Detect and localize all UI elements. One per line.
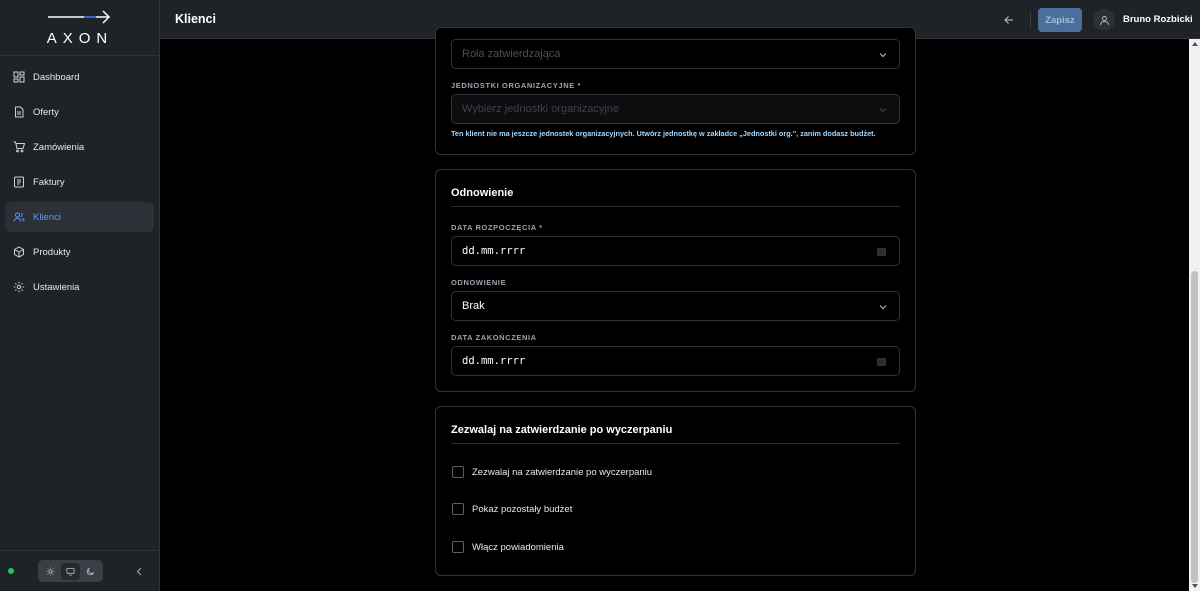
- sidebar-item-label: Produkty: [33, 246, 71, 258]
- org-units-placeholder: Wybierz jednostki organizacyjne: [462, 103, 620, 115]
- sidebar-item-label: Oferty: [33, 106, 59, 118]
- org-units-hint: Ten klient nie ma jeszcze jednostek orga…: [451, 129, 876, 138]
- sidebar-item-zamowienia[interactable]: Zamówienia: [5, 132, 154, 162]
- sidebar-item-label: Ustawienia: [33, 281, 80, 293]
- calendar-icon[interactable]: [877, 357, 886, 366]
- renewal-label: ODNOWIENIE: [451, 278, 507, 287]
- renewal-value: Brak: [462, 300, 485, 312]
- show-remaining-budget-checkbox[interactable]: Pokaż pozostały budżet: [452, 503, 572, 515]
- scroll-up-icon[interactable]: [1192, 42, 1198, 46]
- theme-light-button[interactable]: [41, 563, 60, 580]
- collapse-sidebar-button[interactable]: [133, 564, 145, 578]
- checkbox-label: Pokaż pozostały budżet: [472, 503, 573, 515]
- sidebar-item-faktury[interactable]: Faktury: [5, 167, 154, 197]
- chevron-down-icon: [879, 53, 887, 58]
- sidebar-item-label: Dashboard: [33, 71, 80, 83]
- theme-dark-button[interactable]: [81, 563, 100, 580]
- theme-system-button[interactable]: [60, 562, 80, 580]
- checkbox-label: Włącz powiadomienia: [472, 541, 564, 553]
- moon-icon: [87, 567, 95, 575]
- renewal-card-title: Odnowienie: [451, 187, 514, 199]
- header-divider: [1030, 11, 1031, 29]
- scroll-thumb[interactable]: [1191, 271, 1198, 583]
- sidebar-footer: [0, 550, 159, 591]
- sidebar-item-label: Klienci: [33, 211, 61, 223]
- start-date-label: DATA ROZPOCZĘCIA *: [451, 223, 543, 232]
- cart-icon: [13, 141, 25, 153]
- renewal-select[interactable]: Brak: [451, 291, 900, 321]
- sidebar-item-produkty[interactable]: Produkty: [5, 237, 154, 267]
- org-units-label: JEDNOSTKI ORGANIZACYJNE *: [451, 81, 582, 90]
- checkbox[interactable]: [452, 503, 464, 515]
- sidebar: AXON Dashboard Oferty Zamówienia Faktury…: [0, 0, 160, 591]
- chevron-down-icon: [879, 108, 887, 113]
- back-button[interactable]: [1003, 13, 1015, 25]
- page-scrollbar[interactable]: [1189, 39, 1200, 591]
- user-icon: [1099, 15, 1109, 25]
- status-indicator: [8, 568, 14, 574]
- logo-text: AXON: [46, 30, 113, 47]
- sidebar-nav: Dashboard Oferty Zamówienia Faktury Klie…: [0, 56, 159, 305]
- sun-icon: [46, 566, 55, 576]
- checkbox[interactable]: [452, 466, 464, 478]
- page-title: Klienci: [175, 12, 216, 26]
- end-date-value: dd.mm.rrrr: [462, 355, 526, 367]
- avatar[interactable]: [1093, 9, 1115, 31]
- org-units-card: Rola zatwierdzająca JEDNOSTKI ORGANIZACY…: [435, 27, 916, 155]
- invoice-icon: [13, 176, 25, 188]
- enable-notifications-checkbox[interactable]: Włącz powiadomienia: [452, 541, 564, 553]
- chevron-down-icon: [879, 305, 887, 310]
- scroll-down-icon[interactable]: [1192, 584, 1198, 588]
- sidebar-item-label: Zamówienia: [33, 141, 85, 153]
- document-icon: [13, 106, 25, 118]
- card-divider: [451, 206, 900, 207]
- sidebar-item-klienci[interactable]: Klienci: [5, 202, 154, 232]
- card-divider: [451, 443, 900, 444]
- start-date-input[interactable]: dd.mm.rrrr: [451, 236, 900, 266]
- approving-role-placeholder: Rola zatwierdzająca: [462, 48, 561, 60]
- theme-switcher: [38, 560, 103, 582]
- save-button[interactable]: Zapisz: [1038, 8, 1082, 32]
- dashboard-icon: [13, 71, 25, 83]
- chevron-left-icon: [136, 567, 142, 575]
- approving-role-select[interactable]: Rola zatwierdzająca: [451, 39, 900, 69]
- sidebar-item-dashboard[interactable]: Dashboard: [5, 62, 154, 92]
- sidebar-item-label: Faktury: [33, 176, 65, 188]
- gear-icon: [13, 281, 25, 293]
- package-icon: [13, 246, 25, 258]
- user-name[interactable]: Bruno Rozbicki: [1123, 14, 1193, 25]
- sidebar-item-oferty[interactable]: Oferty: [5, 97, 154, 127]
- monitor-icon: [66, 567, 75, 576]
- users-icon: [13, 211, 25, 223]
- logo[interactable]: AXON: [0, 0, 159, 56]
- org-units-select[interactable]: Wybierz jednostki organizacyjne: [451, 94, 900, 124]
- renewal-card: Odnowienie DATA ROZPOCZĘCIA * dd.mm.rrrr…: [435, 169, 916, 392]
- start-date-value: dd.mm.rrrr: [462, 245, 526, 257]
- axon-logo: AXON: [46, 9, 113, 47]
- sidebar-item-ustawienia[interactable]: Ustawienia: [5, 272, 154, 302]
- approval-card: Zezwalaj na zatwierdzanie po wyczerpaniu…: [435, 406, 916, 576]
- calendar-icon[interactable]: [877, 247, 886, 256]
- allow-approval-checkbox[interactable]: Zezwalaj na zatwierdzanie po wyczerpaniu: [452, 466, 652, 478]
- arrow-left-icon: [1004, 16, 1013, 24]
- checkbox[interactable]: [452, 541, 464, 553]
- end-date-label: DATA ZAKOŃCZENIA: [451, 333, 537, 342]
- end-date-input[interactable]: dd.mm.rrrr: [451, 346, 900, 376]
- checkbox-label: Zezwalaj na zatwierdzanie po wyczerpaniu: [472, 466, 653, 478]
- approval-card-title: Zezwalaj na zatwierdzanie po wyczerpaniu: [451, 424, 673, 436]
